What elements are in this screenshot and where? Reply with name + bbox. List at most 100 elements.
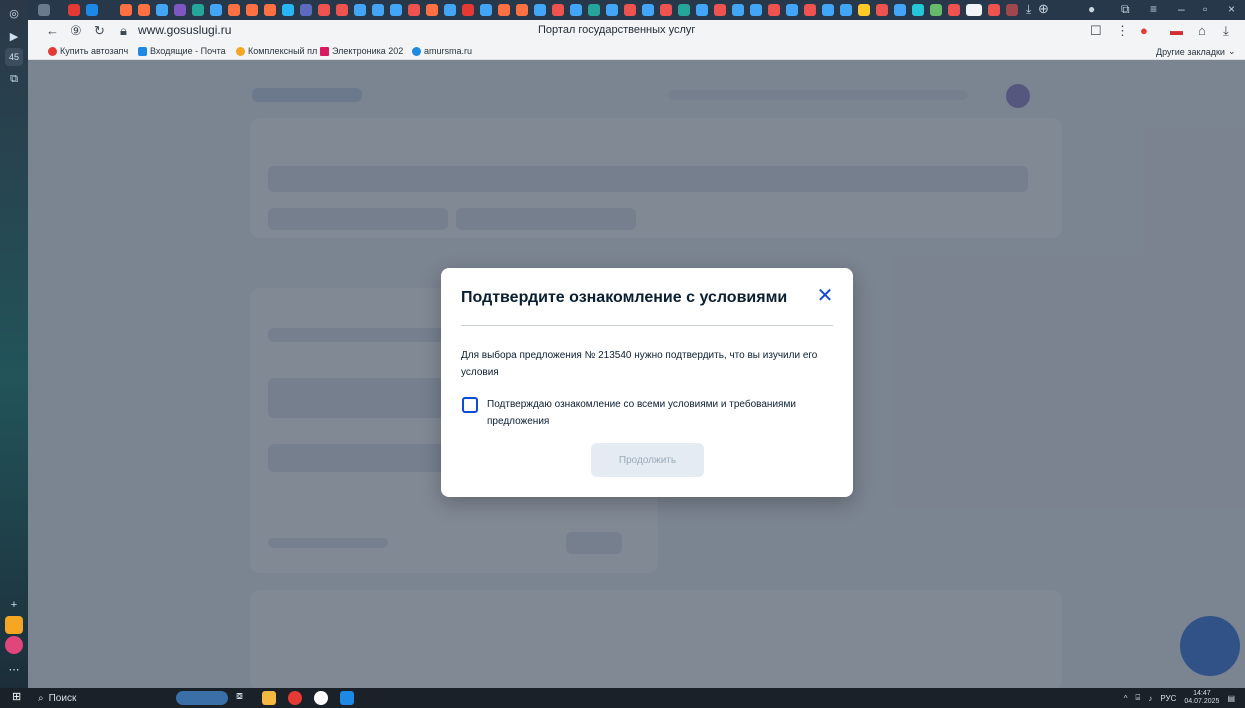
continue-button[interactable]: Продолжить [591,443,704,477]
new-tab-icon[interactable]: ⊕ [1038,1,1049,17]
tab-icon[interactable] [588,4,600,16]
tab-icon[interactable] [894,4,906,16]
tab-icon[interactable] [912,4,924,16]
tabs-count-badge[interactable]: 45 [5,48,23,66]
tab-icon[interactable] [38,4,50,16]
tab-icon[interactable] [876,4,888,16]
tab-icon[interactable] [426,4,438,16]
tab-icon[interactable] [696,4,708,16]
clock[interactable]: 14:47 04.07.2025 [1184,690,1219,706]
bookmark-item[interactable]: Купить автозапч [48,46,128,56]
tab-icon[interactable] [570,4,582,16]
tab-icon[interactable] [660,4,672,16]
tab-icon[interactable] [822,4,834,16]
tab-icon[interactable] [714,4,726,16]
more-icon[interactable]: ⋯ [5,660,23,678]
yandex-icon[interactable]: ⑨ [70,23,82,39]
tab-icon[interactable] [786,4,798,16]
restore-icon[interactable]: ▫ [1203,2,1207,16]
chevron-up-icon[interactable]: ^ [1124,694,1128,703]
tab-icon[interactable] [210,4,222,16]
more-options-icon[interactable]: ⋮ [1116,23,1129,39]
tab-icon[interactable] [318,4,330,16]
tab-icon[interactable] [156,4,168,16]
other-bookmarks[interactable]: Другие закладки ⌄ [1156,46,1236,57]
bookmark-item[interactable]: Входящие - Почта [138,46,226,56]
tab-icon[interactable] [750,4,762,16]
messenger-icon[interactable] [5,636,23,654]
tab-icon[interactable] [174,4,186,16]
menu-icon[interactable]: ≡ [1150,2,1157,16]
task-view-icon[interactable]: ⧇ [236,690,250,704]
language-indicator[interactable]: РУС [1160,694,1176,703]
active-tab-icon[interactable] [966,4,982,16]
bookmark-item[interactable]: Комплексный пл [236,46,317,56]
tab-icon[interactable] [988,4,1000,16]
minimize-icon[interactable]: – [1178,2,1185,16]
tab-icon[interactable] [606,4,618,16]
tab-icon[interactable] [86,4,98,16]
yandex-browser-icon[interactable] [314,691,328,705]
tab-icon[interactable] [534,4,546,16]
bookmark-item[interactable]: Электроника 202 [320,46,403,56]
tab-icon[interactable] [462,4,474,16]
tab-icon[interactable] [840,4,852,16]
tab-icon[interactable] [120,4,132,16]
mail-icon[interactable] [5,616,23,634]
address-field[interactable]: www.gosuslugi.ru [138,23,231,37]
tab-icon[interactable] [642,4,654,16]
volume-icon[interactable]: ♪ [1148,694,1152,703]
tab-icon[interactable] [354,4,366,16]
tab-icon[interactable] [68,4,80,16]
network-icon[interactable]: ⌸ [1136,693,1141,703]
tab-icon[interactable] [768,4,780,16]
confirm-checkbox-label[interactable]: Подтверждаю ознакомление со всеми услови… [487,396,837,430]
windows-start-icon[interactable]: ⊞ [12,690,26,704]
app-icon[interactable] [340,691,354,705]
tab-icon[interactable] [264,4,276,16]
tab-icon[interactable] [804,4,816,16]
collections-icon[interactable]: ⧉ [1121,2,1130,17]
tab-icon[interactable] [498,4,510,16]
tab-icon[interactable] [408,4,420,16]
tab-icon[interactable] [930,4,942,16]
back-icon[interactable]: ← [46,23,59,38]
tab-icon[interactable] [444,4,456,16]
tab-icon[interactable] [192,4,204,16]
tab-icon[interactable] [480,4,492,16]
tab-icon[interactable] [732,4,744,16]
tab-icon[interactable] [372,4,384,16]
tab-icon[interactable] [624,4,636,16]
file-explorer-icon[interactable] [262,691,276,705]
tab-icon[interactable] [390,4,402,16]
close-window-icon[interactable]: × [1228,2,1235,16]
tab-icon[interactable] [858,4,870,16]
add-panel-icon[interactable]: + [5,596,23,614]
tab-icon[interactable] [1006,4,1018,16]
confirm-checkbox[interactable] [462,397,478,413]
bookmark-icon[interactable]: ☐ [1090,23,1102,39]
flag-extension-icon[interactable]: ▬ [1170,23,1183,38]
profile-icon[interactable]: ● [1088,2,1095,16]
download-icon[interactable]: ⤓ [1026,2,1031,17]
shield-icon[interactable]: ⌂ [1198,23,1206,38]
tab-icon[interactable] [300,4,312,16]
chrome-icon[interactable] [288,691,302,705]
tab-icon[interactable] [138,4,150,16]
yandex-alice-icon[interactable]: ◎ [5,4,23,22]
reload-icon[interactable]: ↻ [94,23,105,39]
bookmark-item[interactable]: amursma.ru [412,46,472,56]
tab-icon[interactable] [228,4,240,16]
play-icon[interactable]: ▶ [5,27,23,45]
close-icon[interactable]: ✕ [815,286,835,306]
weather-widget-icon[interactable] [176,691,228,705]
tab-icon[interactable] [552,4,564,16]
taskbar-search[interactable]: ⌕ Поиск [38,690,168,706]
tab-icon[interactable] [336,4,348,16]
screenshot-icon[interactable]: ⧉ [5,70,23,88]
extension-icon[interactable]: ● [1140,23,1148,38]
tab-icon[interactable] [516,4,528,16]
tab-icon[interactable] [678,4,690,16]
downloads-icon[interactable]: ⤓ [1223,23,1229,39]
tab-icon[interactable] [246,4,258,16]
